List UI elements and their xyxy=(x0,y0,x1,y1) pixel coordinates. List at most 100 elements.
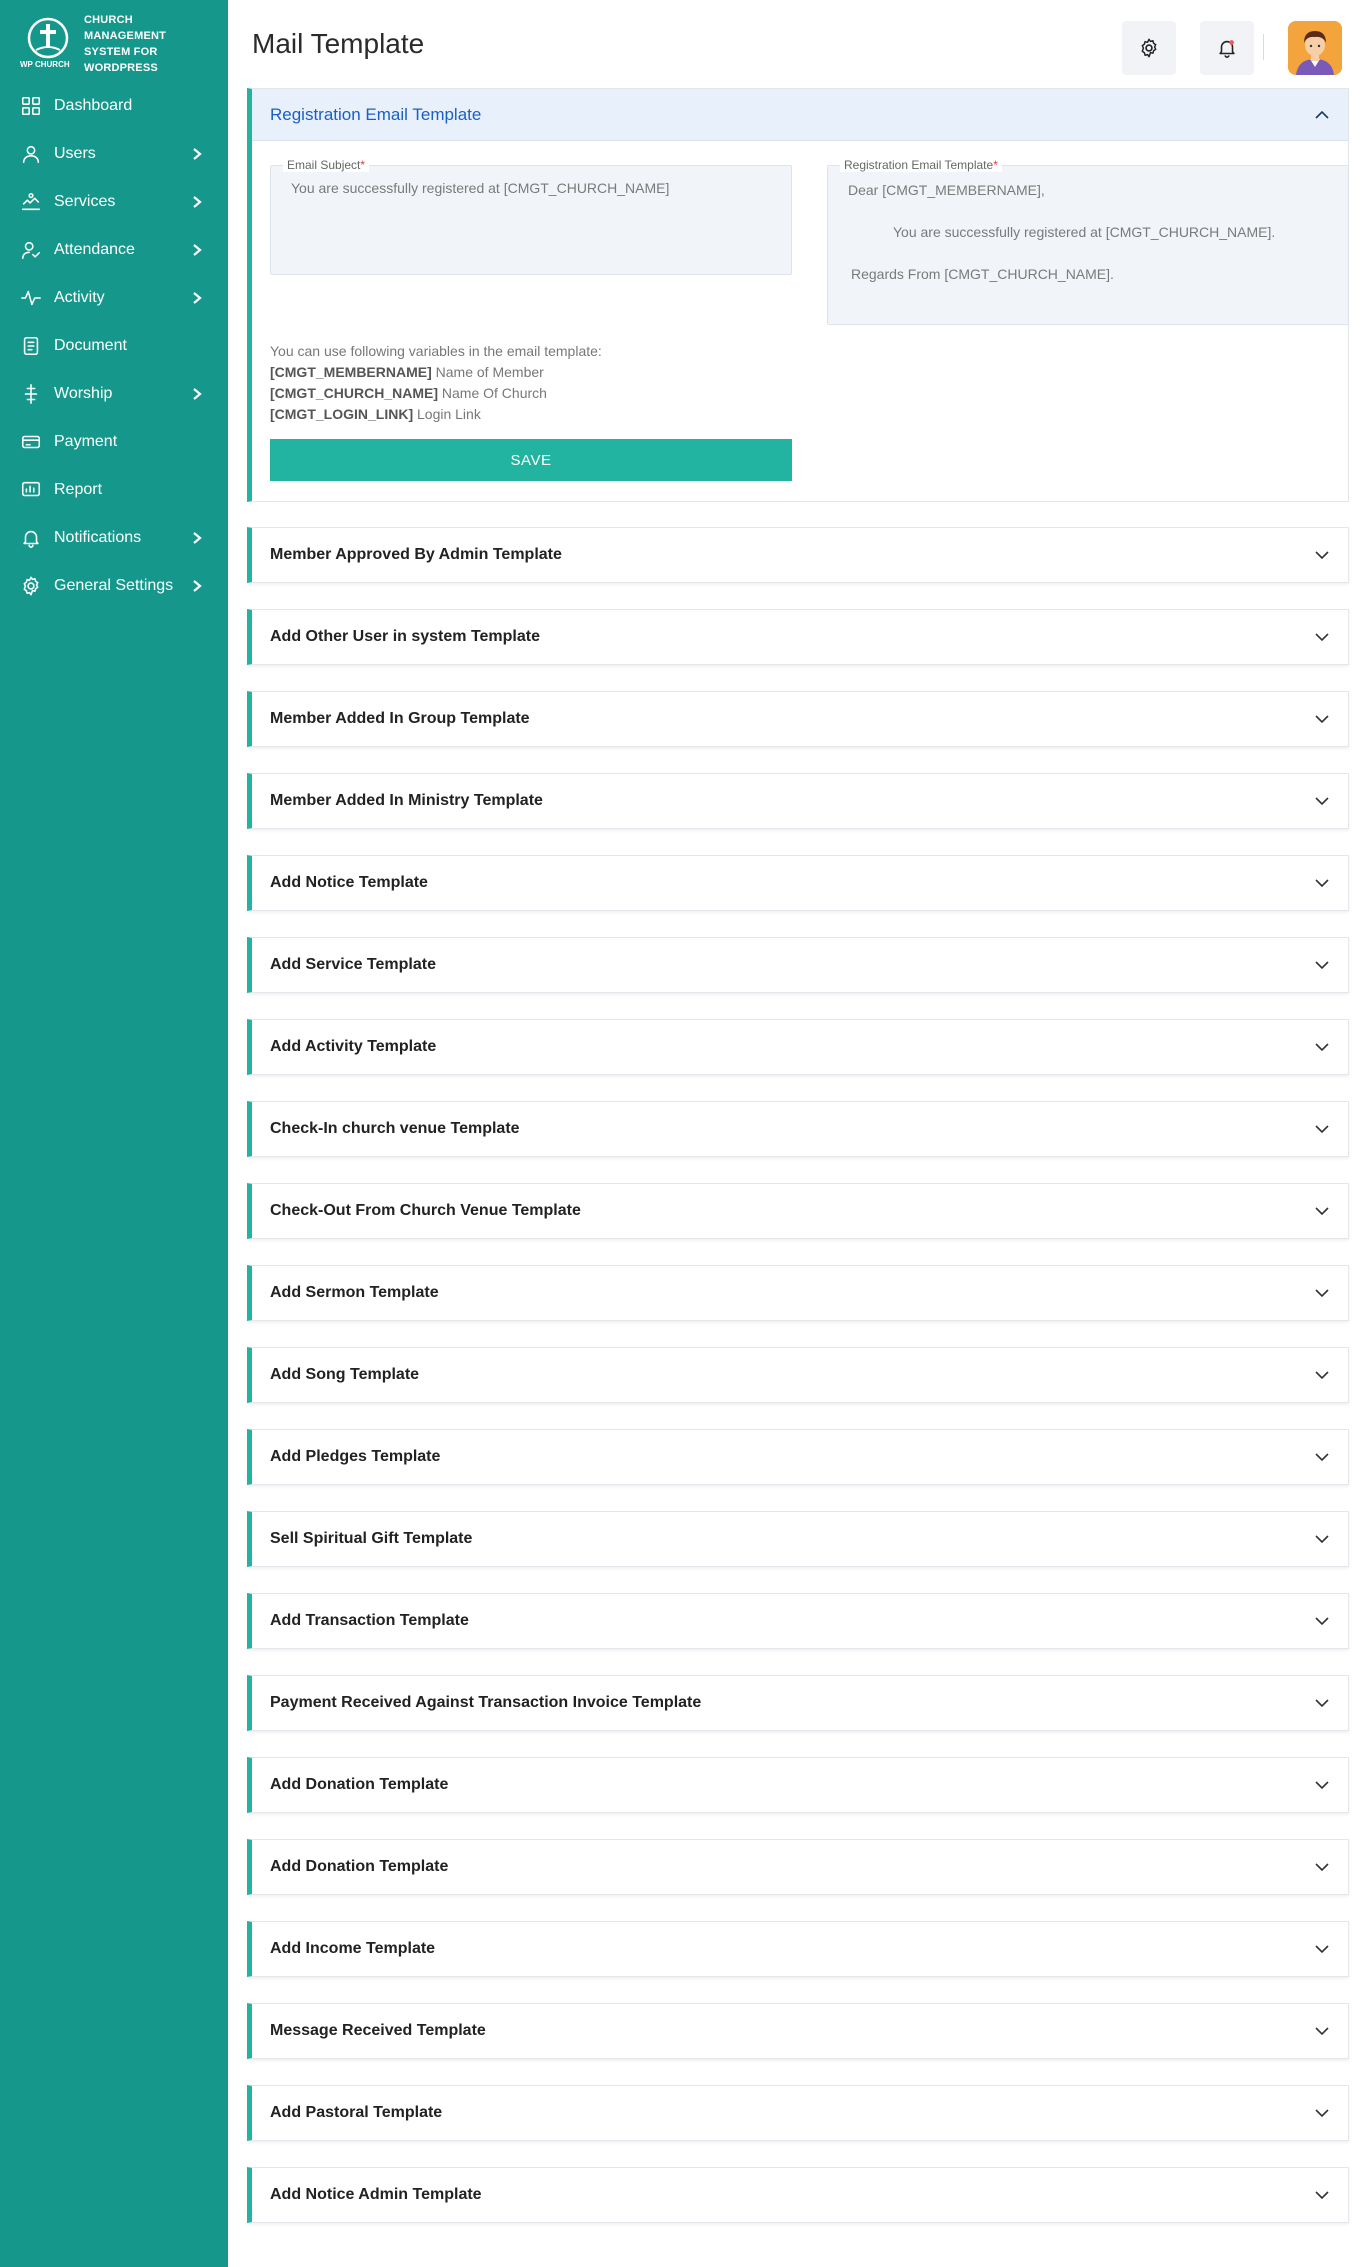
sidebar-item-label: Services xyxy=(54,193,116,210)
chevron-right-icon xyxy=(193,532,202,544)
template-title: Add Donation Template xyxy=(270,1858,449,1875)
chevron-down-icon xyxy=(1315,1863,1329,1872)
template-variable: [CMGT_MEMBERNAME] Name of Member xyxy=(270,364,544,380)
template-accordion-item[interactable]: Add Donation Template xyxy=(247,1757,1349,1813)
template-title: Add Donation Template xyxy=(270,1776,449,1793)
template-accordion-item[interactable]: Add Notice Admin Template xyxy=(247,2167,1349,2223)
payment-icon xyxy=(21,435,41,449)
template-title: Member Approved By Admin Template xyxy=(270,546,562,563)
page-title: Mail Template xyxy=(252,28,425,59)
email-subject-value: You are successfully registered at [CMGT… xyxy=(291,180,670,196)
template-title: Add Pastoral Template xyxy=(270,2104,443,2121)
sidebar-item-activity[interactable]: Activity xyxy=(0,274,228,322)
template-title: Add Transaction Template xyxy=(270,1612,469,1629)
template-accordion-item[interactable]: Add Transaction Template xyxy=(247,1593,1349,1649)
gear-icon xyxy=(1141,38,1157,58)
template-title: Sell Spiritual Gift Template xyxy=(270,1530,473,1547)
template-title: Check-Out From Church Venue Template xyxy=(270,1202,581,1219)
sidebar-item-general-settings[interactable]: General Settings xyxy=(0,562,228,610)
sidebar-item-label: Notifications xyxy=(54,529,142,546)
template-accordion-item[interactable]: Add Income Template xyxy=(247,1921,1349,1977)
sidebar-item-users[interactable]: Users xyxy=(0,130,228,178)
brand-text: Church Management System for WordPress xyxy=(84,14,167,74)
brand[interactable]: WP CHURCH Church Management System for W… xyxy=(0,0,228,76)
template-accordion-item[interactable]: Message Received Template xyxy=(247,2003,1349,2059)
chevron-right-icon xyxy=(193,148,202,160)
sidebar-item-services[interactable]: Services xyxy=(0,178,228,226)
sidebar-item-notifications[interactable]: Notifications xyxy=(0,514,228,562)
template-title: Add Activity Template xyxy=(270,1038,437,1055)
template-accordion-item[interactable]: Member Added In Group Template xyxy=(247,691,1349,747)
template-variables: You can use following variables in the e… xyxy=(270,341,602,425)
sidebar-item-document[interactable]: Document xyxy=(0,322,228,370)
activity-icon xyxy=(21,290,41,306)
template-accordion-item[interactable]: Add Other User in system Template xyxy=(247,609,1349,665)
template-title: Add Notice Admin Template xyxy=(270,2186,482,2203)
template-accordion-item[interactable]: Add Song Template xyxy=(247,1347,1349,1403)
logo-text: WP CHURCH xyxy=(20,60,70,69)
chevron-down-icon xyxy=(1315,1207,1329,1216)
chevron-right-icon xyxy=(193,196,202,208)
chevron-down-icon xyxy=(1315,1535,1329,1544)
template-title: Add Service Template xyxy=(270,956,436,973)
template-accordion-item[interactable]: Payment Received Against Transaction Inv… xyxy=(247,1675,1349,1731)
email-body-field[interactable]: Registration Email Template* Dear [CMGT_… xyxy=(827,158,1349,325)
chevron-down-icon xyxy=(1315,2027,1329,2036)
template-accordion-item[interactable]: Member Added In Ministry Template xyxy=(247,773,1349,829)
registration-template-title: Registration Email Template xyxy=(270,104,482,124)
template-title: Member Added In Ministry Template xyxy=(270,792,543,809)
email-subject-label: Email Subject* xyxy=(283,158,370,172)
template-accordion-item[interactable]: Member Approved By Admin Template xyxy=(247,527,1349,583)
template-title: Message Received Template xyxy=(270,2022,486,2039)
chevron-down-icon xyxy=(1315,1781,1329,1790)
chevron-down-icon xyxy=(1315,1289,1329,1298)
template-accordion-item[interactable]: Add Donation Template xyxy=(247,1839,1349,1895)
template-title: Payment Received Against Transaction Inv… xyxy=(270,1694,702,1711)
avatar[interactable] xyxy=(1288,21,1342,75)
notifications-button[interactable] xyxy=(1200,21,1254,75)
sidebar-item-worship[interactable]: Worship xyxy=(0,370,228,418)
template-accordion-item[interactable]: Sell Spiritual Gift Template xyxy=(247,1511,1349,1567)
email-subject-field[interactable]: Email Subject* You are successfully regi… xyxy=(270,158,792,275)
worship-icon xyxy=(24,384,38,404)
sidebar-item-label: Users xyxy=(54,145,96,162)
template-accordion-item[interactable]: Add Notice Template xyxy=(247,855,1349,911)
sidebar-item-dashboard[interactable]: Dashboard xyxy=(0,82,228,130)
chevron-down-icon xyxy=(1315,961,1329,970)
template-accordion-item[interactable]: Check-Out From Church Venue Template xyxy=(247,1183,1349,1239)
document-icon xyxy=(23,336,39,356)
page-header: Mail Template xyxy=(228,0,1365,88)
sidebar-item-label: Dashboard xyxy=(54,97,133,114)
sidebar-item-label: Payment xyxy=(54,433,118,450)
email-body-label: Registration Email Template* xyxy=(840,158,1002,172)
template-title: Add Other User in system Template xyxy=(270,628,540,645)
sidebar-item-attendance[interactable]: Attendance xyxy=(0,226,228,274)
settings-button[interactable] xyxy=(1122,21,1176,75)
chevron-right-icon xyxy=(193,244,202,256)
mail-template-list: Registration Email Template Email Subjec… xyxy=(247,88,1349,2223)
email-body-line: You are successfully registered at [CMGT… xyxy=(893,224,1276,240)
template-title: Add Sermon Template xyxy=(270,1284,439,1301)
header-divider xyxy=(1263,34,1264,60)
template-accordion-item[interactable]: Add Activity Template xyxy=(247,1019,1349,1075)
template-accordion-item[interactable]: Add Pledges Template xyxy=(247,1429,1349,1485)
template-accordion-item[interactable]: Check-In church venue Template xyxy=(247,1101,1349,1157)
template-accordion-item[interactable]: Add Service Template xyxy=(247,937,1349,993)
save-button[interactable]: SAVE xyxy=(270,439,792,481)
sidebar-nav: Dashboard Users Services Attendance Activity… xyxy=(0,82,228,610)
registration-template-panel: Registration Email Template Email Subjec… xyxy=(247,88,1349,502)
email-body-line: Regards From [CMGT_CHURCH_NAME]. xyxy=(851,266,1114,282)
sidebar-item-label: Activity xyxy=(54,289,105,306)
bell-icon xyxy=(1219,40,1235,58)
sidebar-item-label: Attendance xyxy=(54,241,135,258)
template-accordion-item[interactable]: Add Pastoral Template xyxy=(247,2085,1349,2141)
sidebar-item-label: General Settings xyxy=(54,577,174,594)
template-accordion-item[interactable]: Add Sermon Template xyxy=(247,1265,1349,1321)
registration-template-header[interactable]: Registration Email Template xyxy=(252,89,1348,141)
template-variable: [CMGT_LOGIN_LINK] Login Link xyxy=(270,406,481,422)
sidebar: WP CHURCH Church Management System for W… xyxy=(0,0,228,2267)
sidebar-item-payment[interactable]: Payment xyxy=(0,418,228,466)
sidebar-item-label: Document xyxy=(54,337,127,354)
email-body-line: Dear [CMGT_MEMBERNAME], xyxy=(848,182,1045,198)
sidebar-item-report[interactable]: Report xyxy=(0,466,228,514)
